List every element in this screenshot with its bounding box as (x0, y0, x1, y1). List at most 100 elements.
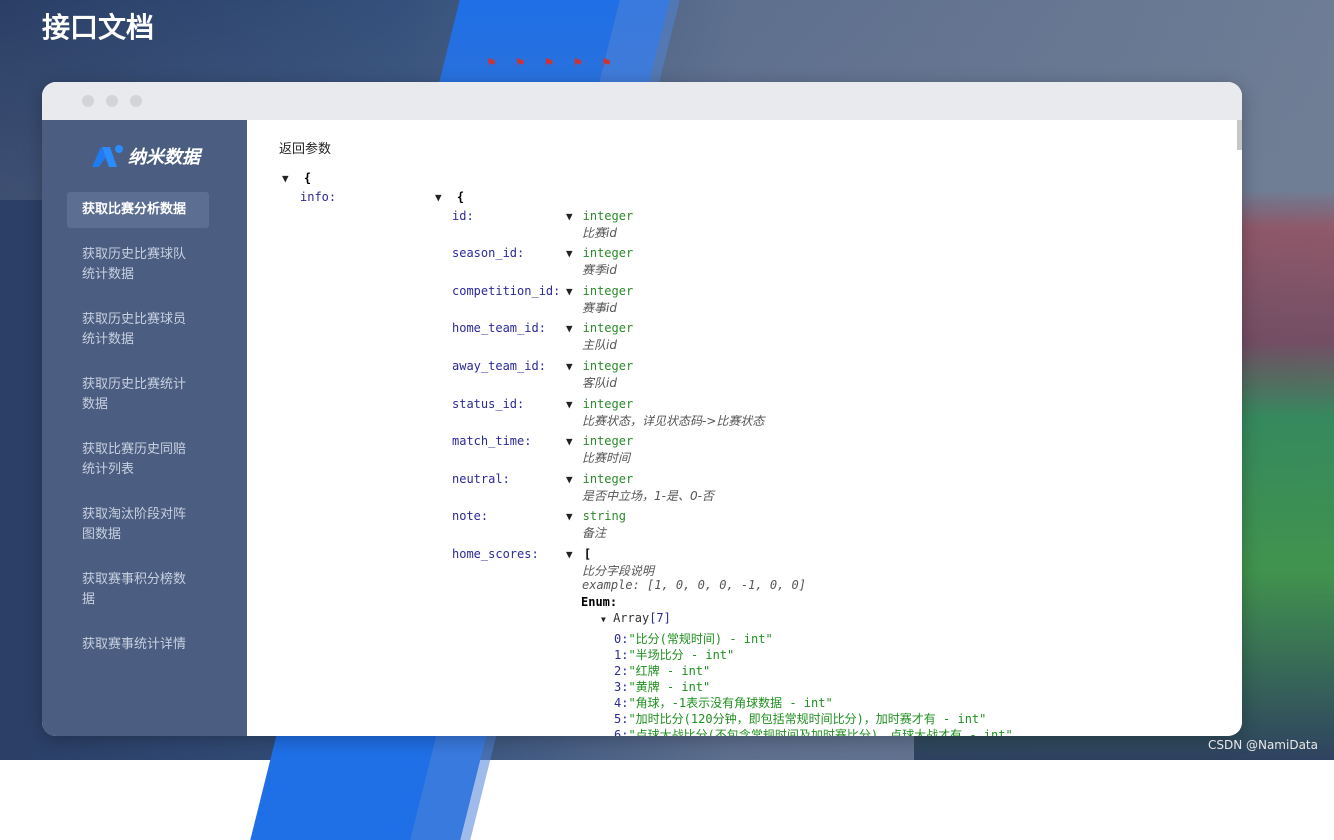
flags-decoration: ⚑⚑⚑⚑⚑ (486, 56, 630, 70)
field-type: integer (582, 359, 634, 373)
collapse-triangle-icon[interactable]: ▼ (566, 473, 573, 486)
collapse-triangle-icon[interactable]: ▼ (282, 172, 289, 185)
field-key: status_id: (452, 397, 524, 411)
field-key-text: match_time: (452, 434, 532, 448)
root-object-row[interactable]: ▼ { (282, 171, 311, 185)
field-desc: 备注 (582, 526, 607, 540)
home-scores-desc: 比分字段说明 (582, 564, 655, 578)
array-item-index: 6: (614, 728, 629, 736)
page-title: 接口文档 (42, 11, 155, 44)
array-item-index: 3: (614, 680, 629, 694)
window-titlebar (42, 82, 1242, 120)
field-desc: 客队id (582, 376, 617, 390)
array-item-index: 0: (614, 632, 629, 646)
collapse-triangle-icon[interactable]: ▼ (566, 210, 573, 223)
field-key-text: note: (452, 509, 489, 523)
info-key: info: (300, 190, 337, 204)
array-item: 1:"半场比分 - int" (614, 646, 734, 663)
scrollbar-thumb[interactable] (1237, 120, 1242, 150)
field-key-text: competition_id: (452, 284, 561, 298)
field-type: integer (582, 209, 634, 223)
sidebar: 纳米数据 获取比赛分析数据 获取历史比赛球队统计数据 获取历史比赛球员统计数据 … (42, 120, 247, 736)
field-type: integer (582, 284, 634, 298)
array-item: 0:"比分(常规时间) - int" (614, 630, 773, 647)
section-title: 返回参数 (279, 142, 332, 157)
collapse-triangle-icon[interactable]: ▼ (566, 322, 573, 335)
array-collapse-icon[interactable]: ▼ (601, 615, 606, 624)
array-item-value: "点球大战比分(不包含常规时间及加时赛比分)，点球大战才有 - int" (628, 728, 1013, 736)
field-type-row[interactable]: ▼ integer (566, 284, 633, 298)
content-panel: 返回参数 ▼ { info: ▼ { id: ▼ integer 比赛id season… (247, 120, 1242, 736)
home-scores-row[interactable]: ▼ [ (566, 547, 591, 561)
home-scores-key: home_scores: (452, 547, 539, 561)
field-type-row[interactable]: ▼ integer (566, 359, 633, 373)
field-type-row[interactable]: ▼ integer (566, 434, 633, 448)
collapse-triangle-icon[interactable]: ▼ (566, 247, 573, 260)
array-toggle[interactable]: ▼ Array[7] (601, 611, 671, 625)
info-object-row[interactable]: ▼ { (435, 190, 464, 204)
collapse-triangle-icon[interactable]: ▼ (566, 398, 573, 411)
browser-window: 纳米数据 获取比赛分析数据 获取历史比赛球队统计数据 获取历史比赛球员统计数据 … (42, 82, 1242, 736)
field-key-text: home_team_id: (452, 321, 546, 335)
window-dot-icon (130, 95, 142, 107)
field-type-row[interactable]: ▼ string (566, 509, 626, 523)
field-key: match_time: (452, 434, 531, 448)
array-item-value: "红牌 - int" (628, 664, 711, 678)
field-key-text: away_team_id: (452, 359, 546, 373)
field-key-text: status_id: (452, 397, 525, 411)
collapse-triangle-icon[interactable]: ▼ (566, 548, 573, 561)
field-desc: 是否中立场，1-是、0-否 (582, 489, 714, 503)
collapse-triangle-icon[interactable]: ▼ (566, 285, 573, 298)
field-type-row[interactable]: ▼ integer (566, 246, 633, 260)
array-item-value: "黄牌 - int" (628, 680, 711, 694)
field-type-row[interactable]: ▼ integer (566, 397, 633, 411)
field-key: season_id: (452, 246, 524, 260)
sidebar-item-standings[interactable]: 获取赛事积分榜数据 (67, 562, 209, 618)
sidebar-item-history-odds-list[interactable]: 获取比赛历史同赔统计列表 (67, 432, 209, 488)
array-item-index: 4: (614, 696, 629, 710)
field-type: integer (582, 397, 634, 411)
array-item: 3:"黄牌 - int" (614, 678, 710, 695)
sidebar-item-knockout-bracket[interactable]: 获取淘汰阶段对阵图数据 (67, 497, 209, 553)
array-item-index: 2: (614, 664, 629, 678)
array-item: 6:"点球大战比分(不包含常规时间及加时赛比分)，点球大战才有 - int" (614, 726, 1013, 736)
field-desc: 赛季id (582, 263, 617, 277)
sidebar-item-history-team-stats[interactable]: 获取历史比赛球队统计数据 (67, 237, 209, 293)
window-dot-icon (106, 95, 118, 107)
array-item-value: "比分(常规时间) - int" (628, 632, 773, 646)
home-scores-example: example: [1, 0, 0, 0, -1, 0, 0] (582, 578, 806, 592)
root-brace: { (303, 171, 312, 185)
sidebar-nav: 获取比赛分析数据 获取历史比赛球队统计数据 获取历史比赛球员统计数据 获取历史比… (67, 192, 209, 672)
array-label: Array (613, 611, 650, 625)
array-item-value: "加时比分(120分钟，即包括常规时间比分)，加时赛才有 - int" (628, 712, 987, 726)
window-dot-icon (82, 95, 94, 107)
field-key: neutral: (452, 472, 510, 486)
collapse-triangle-icon[interactable]: ▼ (566, 360, 573, 373)
watermark: CSDN @NamiData (1207, 738, 1318, 752)
logo-text: 纳米数据 (128, 147, 200, 168)
sidebar-item-history-player-stats[interactable]: 获取历史比赛球员统计数据 (67, 302, 209, 358)
field-key-text: season_id: (452, 246, 525, 260)
field-type-row[interactable]: ▼ integer (566, 472, 633, 486)
field-key: away_team_id: (452, 359, 546, 373)
field-type-row[interactable]: ▼ integer (566, 209, 633, 223)
logo: 纳米数据 (90, 142, 200, 170)
field-type-row[interactable]: ▼ integer (566, 321, 633, 335)
array-item-value: "角球，-1表示没有角球数据 - int" (628, 696, 833, 710)
sidebar-item-match-analysis[interactable]: 获取比赛分析数据 (67, 192, 209, 228)
field-desc: 比赛时间 (582, 451, 631, 465)
array-item-index: 1: (614, 648, 629, 662)
sidebar-item-competition-stats[interactable]: 获取赛事统计详情 (67, 627, 209, 663)
field-key-text: neutral: (452, 472, 510, 486)
field-type: integer (582, 246, 634, 260)
collapse-triangle-icon[interactable]: ▼ (566, 510, 573, 523)
field-key: home_team_id: (452, 321, 546, 335)
field-desc: 主队id (582, 338, 617, 352)
sidebar-item-history-match-stats[interactable]: 获取历史比赛统计数据 (67, 367, 209, 423)
array-count: [7] (649, 611, 671, 625)
field-type: string (582, 509, 626, 523)
collapse-triangle-icon[interactable]: ▼ (566, 435, 573, 448)
field-key: note: (452, 509, 488, 523)
field-type: integer (582, 434, 634, 448)
collapse-triangle-icon[interactable]: ▼ (435, 191, 442, 204)
